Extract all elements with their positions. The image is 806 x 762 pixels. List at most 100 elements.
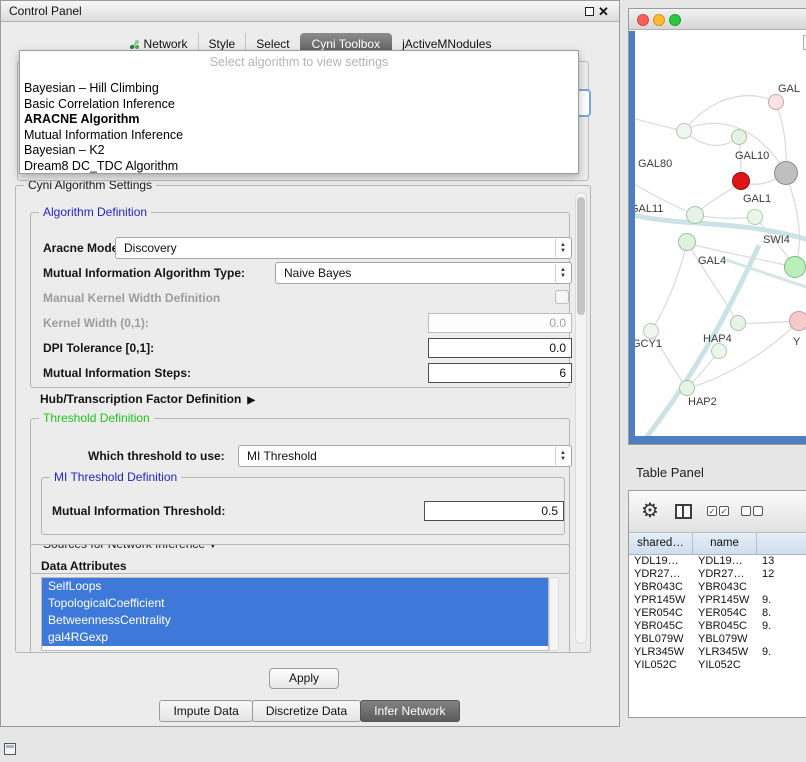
data-attributes-list[interactable]: SelfLoops TopologicalCoefficient Between… [41, 577, 549, 651]
cell-shared-name: YBR045C [629, 620, 693, 633]
popup-item[interactable]: Bayesian – Hill Climbing [23, 81, 575, 97]
apply-button[interactable]: Apply [269, 668, 339, 689]
collapsed-panel-icon[interactable] [4, 743, 16, 755]
table-row[interactable]: YDL19… YDL19… 13 [629, 555, 806, 568]
kernel-width-field[interactable]: 0.0 [428, 313, 572, 333]
network-node-label: HAP2 [688, 396, 717, 408]
hub-tf-label: Hub/Transcription Factor Definition [40, 392, 241, 406]
aracne-mode-select[interactable]: Discovery ▲▼ [115, 237, 572, 259]
tab-cyni-toolbox-label: Cyni Toolbox [312, 37, 380, 51]
table-panel-window: ⚙ ✓ ✓ shared… name YDL19… YDL19… 13 [628, 490, 806, 718]
column-header-extra[interactable] [757, 533, 806, 554]
network-view-window: GALGAL80GAL10GAL11GAL1SWI4GAL4GCY1HAP4YH… [628, 8, 806, 445]
control-panel-titlebar[interactable]: Control Panel ✕ [1, 1, 619, 22]
popup-item[interactable]: Mutual Information Inference [23, 128, 575, 144]
select-all-checkboxes-icon[interactable]: ✓ ✓ [707, 506, 729, 516]
column-header-name[interactable]: name [693, 533, 757, 554]
cell-extra [757, 633, 806, 646]
algorithm-dropdown-popup: Select algorithm to view settings Bayesi… [19, 50, 579, 174]
tab-infer-network[interactable]: Infer Network [360, 700, 459, 722]
combo-arrows-icon: ▲▼ [555, 447, 570, 465]
popup-item-highlighted[interactable]: ARACNE Algorithm [23, 112, 575, 128]
sources-group: Sources for Network Inference ▼ Data Att… [30, 544, 570, 653]
mi-steps-field[interactable]: 6 [428, 363, 572, 383]
manual-kernel-checkbox[interactable] [555, 290, 569, 304]
network-node[interactable] [747, 209, 763, 225]
unchecked-box-icon [753, 506, 763, 516]
mi-threshold-definition-title: MI Threshold Definition [50, 470, 181, 484]
combo-arrows-icon: ▲▼ [555, 239, 570, 257]
table-row[interactable]: YBL079W YBL079W [629, 633, 806, 646]
network-node[interactable] [784, 256, 806, 278]
attribute-item-selected[interactable]: TopologicalCoefficient [42, 595, 548, 612]
gear-icon[interactable]: ⚙ [641, 499, 659, 523]
cell-name: YDR27… [693, 568, 757, 581]
network-node[interactable] [774, 161, 798, 185]
network-window-titlebar[interactable] [629, 9, 806, 30]
cell-extra: 12 [757, 568, 806, 581]
attribute-item-selected[interactable]: BetweennessCentrality [42, 612, 548, 629]
network-node[interactable] [789, 311, 806, 331]
mi-threshold-field[interactable]: 0.5 [424, 501, 564, 521]
cell-extra: 8. [757, 607, 806, 620]
cell-shared-name: YIL052C [629, 659, 693, 672]
network-node[interactable] [731, 129, 747, 145]
close-traffic-light-icon[interactable] [637, 14, 649, 26]
network-canvas[interactable]: GALGAL80GAL10GAL11GAL1SWI4GAL4GCY1HAP4YH… [629, 31, 806, 436]
mi-algorithm-type-select[interactable]: Naive Bayes ▲▼ [275, 262, 572, 284]
settings-scrollbar-thumb[interactable] [577, 197, 585, 315]
mi-steps-label: Mutual Information Steps: [43, 366, 191, 380]
network-node-label: GAL [778, 83, 800, 95]
zoom-traffic-light-icon[interactable] [669, 14, 681, 26]
settings-scrollbar[interactable] [575, 192, 587, 644]
network-node[interactable] [768, 94, 784, 110]
network-node-label: GAL11 [630, 203, 663, 215]
collapse-right-icon: ▶ [247, 395, 255, 406]
table-row[interactable]: YPR145W YPR145W 9. [629, 594, 806, 607]
network-node-label: GAL4 [698, 255, 726, 267]
close-window-icon[interactable]: ✕ [598, 3, 609, 20]
popup-item[interactable]: Basic Correlation Inference [23, 97, 575, 113]
sources-title-toggle[interactable]: Sources for Network Inference ▼ [39, 544, 221, 551]
cyni-algorithm-settings-group: Cyni Algorithm Settings Algorithm Defini… [15, 185, 591, 653]
table-row[interactable]: YER054C YER054C 8. [629, 607, 806, 620]
column-header-shared-name[interactable]: shared… [629, 533, 693, 554]
table-row[interactable]: YLR345W YLR345W 9. [629, 646, 806, 659]
combo-arrows-icon: ▲▼ [555, 264, 570, 282]
popup-item[interactable]: Bayesian – K2 [23, 143, 575, 159]
cell-shared-name: YPR145W [629, 594, 693, 607]
attribute-item-selected[interactable]: gal4RGexp [42, 629, 548, 646]
cell-shared-name: YDR27… [629, 568, 693, 581]
table-row[interactable]: YDR27… YDR27… 12 [629, 568, 806, 581]
float-window-icon[interactable] [585, 7, 594, 16]
network-node[interactable] [686, 206, 704, 224]
attributes-scrollbar[interactable] [549, 577, 559, 651]
network-node[interactable] [730, 315, 746, 331]
network-node-label: GAL80 [638, 158, 672, 170]
popup-item[interactable]: Dream8 DC_TDC Algorithm [23, 159, 575, 175]
network-node[interactable] [679, 380, 695, 396]
minimize-traffic-light-icon[interactable] [653, 14, 665, 26]
sources-title: Sources for Network Inference [43, 544, 205, 551]
network-node-label: Y [793, 336, 800, 348]
dpi-tolerance-field[interactable]: 0.0 [428, 338, 572, 358]
table-row[interactable]: YBR043C YBR043C [629, 581, 806, 594]
attribute-item-selected[interactable]: SelfLoops [42, 578, 548, 595]
network-node[interactable] [711, 343, 727, 359]
network-node[interactable] [678, 233, 696, 251]
tab-select-label: Select [256, 37, 289, 51]
hub-tf-section-toggle[interactable]: Hub/Transcription Factor Definition ▶ [40, 392, 255, 406]
table-row[interactable]: YBR045C YBR045C 9. [629, 620, 806, 633]
bottom-tabbar: Impute Data Discretize Data Infer Networ… [1, 700, 619, 722]
columns-icon[interactable] [675, 504, 692, 519]
network-node[interactable] [732, 172, 750, 190]
network-node[interactable] [643, 323, 659, 339]
popup-item-list: Bayesian – Hill Climbing Basic Correlati… [23, 81, 575, 174]
network-node[interactable] [676, 123, 692, 139]
tab-discretize-data[interactable]: Discretize Data [252, 700, 361, 722]
tab-impute-data[interactable]: Impute Data [159, 700, 252, 722]
table-row[interactable]: YIL052C YIL052C [629, 659, 806, 672]
table-toolbar: ⚙ ✓ ✓ [629, 491, 806, 533]
which-threshold-select[interactable]: MI Threshold ▲▼ [238, 445, 572, 467]
deselect-all-checkboxes-icon[interactable] [741, 506, 763, 516]
